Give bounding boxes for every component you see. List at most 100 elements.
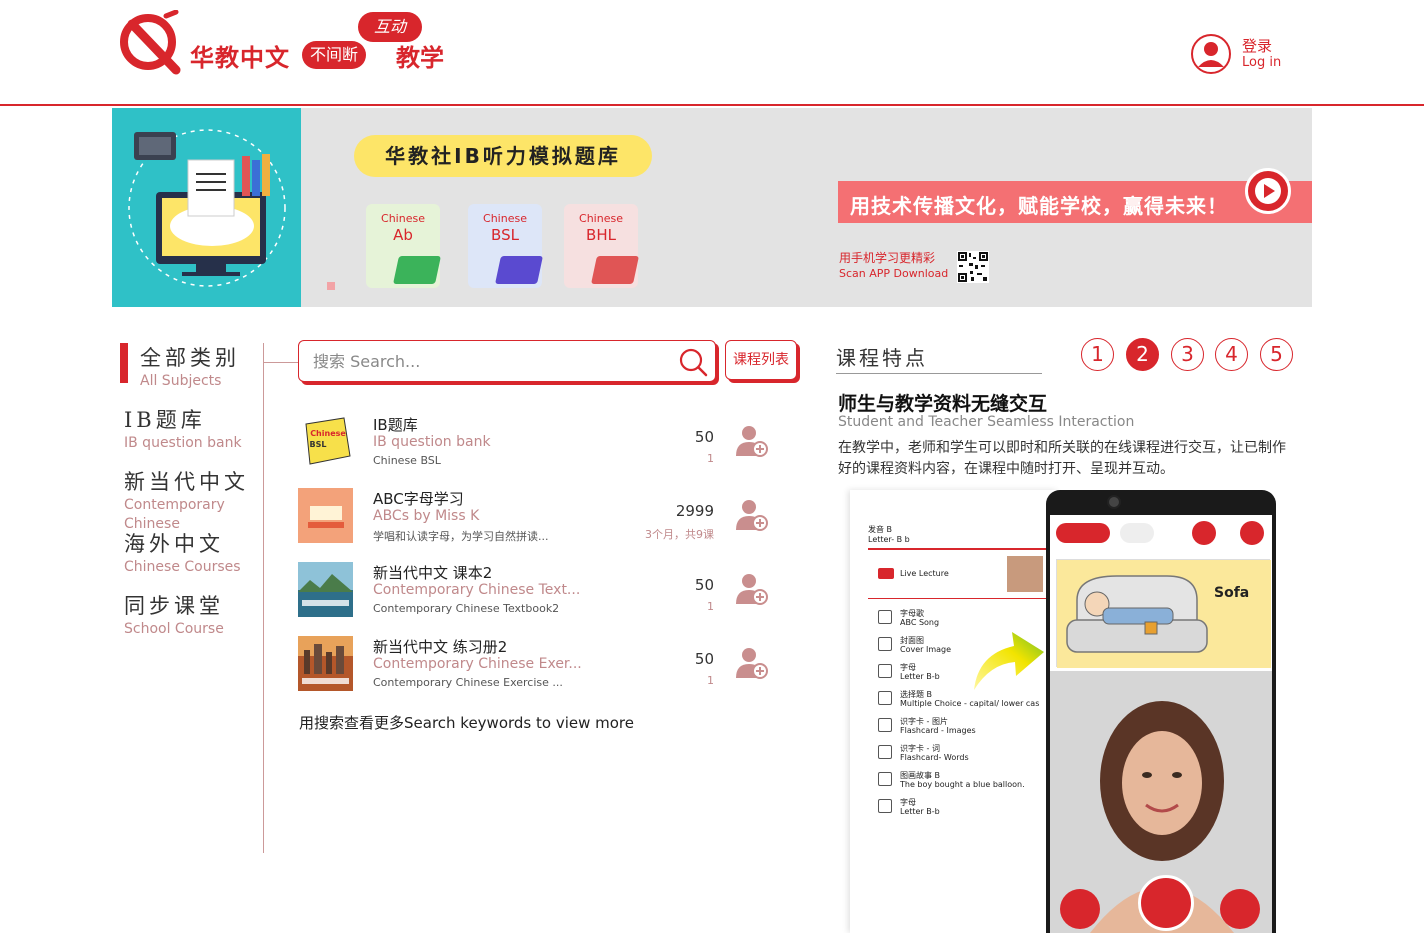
book-chinese-ab[interactable]: Chinese Ab xyxy=(366,204,441,288)
category-active-indicator xyxy=(120,343,128,383)
logo-mark-icon xyxy=(120,10,181,75)
feature-subtitle: Student and Teacher Seamless Interaction xyxy=(838,414,1135,430)
play-button[interactable] xyxy=(1245,168,1291,214)
search-input[interactable] xyxy=(313,349,663,373)
book-label-top: Chinese xyxy=(579,212,623,225)
preview-item: 识字卡 - 词 Flashcard- Words xyxy=(878,741,1058,765)
banner[interactable]: 华教社IB听力模拟题库 Chinese Ab Chinese BSL Chine… xyxy=(112,108,1312,307)
course-meta: 1 xyxy=(707,600,714,613)
category-label-en: IB question bank xyxy=(124,435,242,451)
course-thumbnail: Chinese BSL xyxy=(298,414,353,469)
mouth-tool-icon xyxy=(1220,889,1260,929)
login-label-zh: 登录 xyxy=(1242,37,1273,55)
add-user-icon[interactable] xyxy=(736,646,768,680)
image-icon xyxy=(878,718,892,732)
login-button[interactable]: 登录 Log in xyxy=(1190,33,1290,77)
book-label-main: BHL xyxy=(586,226,616,244)
play-icon xyxy=(1255,178,1281,204)
image-icon xyxy=(878,664,892,678)
book-icon xyxy=(495,256,543,284)
course-item[interactable]: Chinese BSL IB题库 IB question bank Chines… xyxy=(298,414,778,472)
image-icon xyxy=(878,745,892,759)
course-list-button[interactable]: 课程列表 xyxy=(725,340,797,380)
add-user-icon[interactable] xyxy=(736,572,768,606)
svg-text:BSL: BSL xyxy=(310,440,327,449)
banner-illustration xyxy=(112,108,301,307)
edit-icon xyxy=(878,691,892,705)
book-label-top: Chinese xyxy=(483,212,527,225)
image-icon xyxy=(878,799,892,813)
preview-item-en: Multiple Choice - capital/ lower cas xyxy=(900,699,1040,708)
teacher-thumbnail xyxy=(1007,556,1043,592)
feature-description: 在教学中，老师和学生可以即时和所关联的在线课程进行交互，让已制作好的课程资料内容… xyxy=(838,440,1286,477)
phone-toolbar xyxy=(1050,515,1272,551)
sidebar-item-ib-question-bank[interactable]: IB题库 IB question bank xyxy=(124,404,242,453)
course-meta: 3个月，共9课 xyxy=(645,528,714,541)
course-subtitle: Contemporary Chinese Text... xyxy=(373,582,581,598)
slogan-strip: 用技术传播文化，赋能学校，赢得未来！ xyxy=(838,181,1312,223)
sidebar-item-contemporary-chinese[interactable]: 新当代中文 Contemporary Chinese xyxy=(124,466,245,534)
course-description: Chinese BSL xyxy=(373,454,441,467)
exercise-thumbnail-icon xyxy=(298,636,353,691)
flashcard-image xyxy=(1056,559,1271,668)
book-label-top: Chinese xyxy=(381,212,425,225)
qr-code-icon[interactable] xyxy=(957,251,989,283)
features-heading-underline xyxy=(836,373,1042,374)
feature-page-3[interactable]: 3 xyxy=(1171,338,1204,371)
image-icon xyxy=(878,772,892,786)
sidebar-item-school-course[interactable]: 同步课堂 School Course xyxy=(124,590,224,639)
feature-page-5[interactable]: 5 xyxy=(1260,338,1293,371)
app-download-en: Scan APP Download xyxy=(839,267,949,280)
course-item[interactable]: ABC字母学习 ABCs by Miss K 学唱和认读字母，为学习自然拼读..… xyxy=(298,488,778,546)
preview-divider xyxy=(868,548,1058,550)
image-icon xyxy=(878,637,892,651)
app-download-zh: 用手机学习更精彩 xyxy=(839,251,936,265)
sidebar-item-all-subjects[interactable]: 全部类别 All Subjects xyxy=(140,342,240,391)
sofa-illustration-icon xyxy=(1057,560,1271,668)
login-label-en: Log in xyxy=(1242,55,1282,70)
participant-avatars xyxy=(1120,523,1154,543)
preview-item-en: Flashcard - Images xyxy=(900,726,976,735)
preview-item: 图画故事 B The boy bought a blue balloon. xyxy=(878,768,1058,792)
preview-item-en: ABC Song xyxy=(900,618,940,627)
course-item[interactable]: 新当代中文 课本2 Contemporary Chinese Text... C… xyxy=(298,562,778,620)
add-user-icon[interactable] xyxy=(736,498,768,532)
course-price: 50 xyxy=(694,428,714,446)
course-subtitle: Contemporary Chinese Exer... xyxy=(373,656,582,672)
feature-page-1[interactable]: 1 xyxy=(1081,338,1114,371)
category-label-en: All Subjects xyxy=(140,373,222,389)
course-subtitle: ABCs by Miss K xyxy=(373,508,480,524)
course-description: Contemporary Chinese Textbook2 xyxy=(373,602,560,615)
logo-pill: 不间断 xyxy=(302,41,367,69)
course-item[interactable]: 新当代中文 练习册2 Contemporary Chinese Exer... … xyxy=(298,636,778,694)
search-box xyxy=(298,340,716,382)
course-meta: 1 xyxy=(707,452,714,465)
book-chinese-bhl[interactable]: Chinese BHL xyxy=(564,204,639,288)
sidebar-connector xyxy=(264,362,298,363)
course-subtitle: IB question bank xyxy=(373,434,491,450)
search-more-hint: 用搜索查看更多Search keywords to view more xyxy=(299,714,635,732)
carousel-dot[interactable] xyxy=(327,282,335,290)
category-label-zh: 全部类别 xyxy=(140,346,240,370)
close-icon xyxy=(1240,521,1264,545)
book-chinese-bsl[interactable]: Chinese BSL xyxy=(468,204,543,288)
refresh-icon xyxy=(1192,521,1216,545)
add-user-icon[interactable] xyxy=(736,424,768,458)
preview-lesson-title: 发音 B xyxy=(868,525,893,534)
sidebar-item-chinese-courses[interactable]: 海外中文 Chinese Courses xyxy=(124,528,241,577)
image-icon xyxy=(878,610,892,624)
category-label-zh: 同步课堂 xyxy=(124,594,224,618)
svg-text:Chinese: Chinese xyxy=(310,429,346,438)
feature-page-2[interactable]: 2 xyxy=(1126,338,1159,371)
course-thumbnail xyxy=(298,562,353,617)
logo[interactable]: 华教中文 不间断 互动 教学 xyxy=(118,10,458,80)
search-icon[interactable] xyxy=(677,346,709,378)
course-description: Contemporary Chinese Exercise ... xyxy=(373,676,563,689)
book-label-main: Ab xyxy=(393,226,413,244)
logo-teach: 教学 xyxy=(396,44,444,72)
preview-item: 字母 Letter B-b xyxy=(878,795,1058,819)
sidebar-divider xyxy=(263,343,264,853)
feature-title: 师生与教学资料无缝交互 xyxy=(838,393,1048,415)
feature-page-4[interactable]: 4 xyxy=(1215,338,1248,371)
course-description: 学唱和认读字母，为学习自然拼读... xyxy=(373,530,549,543)
